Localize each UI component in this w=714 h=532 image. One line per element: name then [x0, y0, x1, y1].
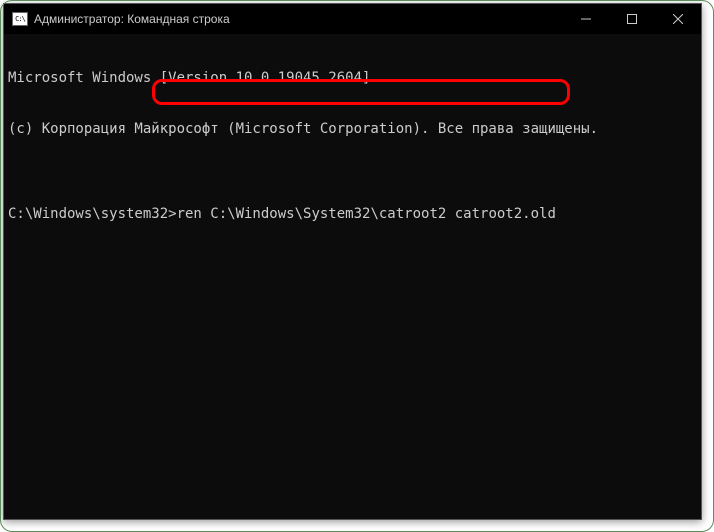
terminal-output[interactable]: Microsoft Windows [Version 10.0.19045.26…	[4, 34, 701, 519]
output-line-version: Microsoft Windows [Version 10.0.19045.26…	[8, 70, 697, 87]
maximize-button[interactable]	[609, 4, 655, 34]
titlebar[interactable]: Администратор: Командная строка	[4, 4, 701, 34]
prompt-path: C:\Windows\system32>	[8, 206, 177, 222]
close-button[interactable]	[655, 4, 701, 34]
command-text: ren C:\Windows\System32\catroot2 catroot…	[177, 206, 556, 222]
prompt-line: C:\Windows\system32>ren C:\Windows\Syste…	[8, 206, 697, 223]
cmd-window: Администратор: Командная строка Microsof…	[3, 3, 702, 520]
output-line-copyright: (c) Корпорация Майкрософт (Microsoft Cor…	[8, 121, 697, 138]
minimize-button[interactable]	[563, 4, 609, 34]
cmd-icon	[12, 12, 28, 26]
window-controls	[563, 4, 701, 34]
window-title: Администратор: Командная строка	[34, 12, 563, 26]
